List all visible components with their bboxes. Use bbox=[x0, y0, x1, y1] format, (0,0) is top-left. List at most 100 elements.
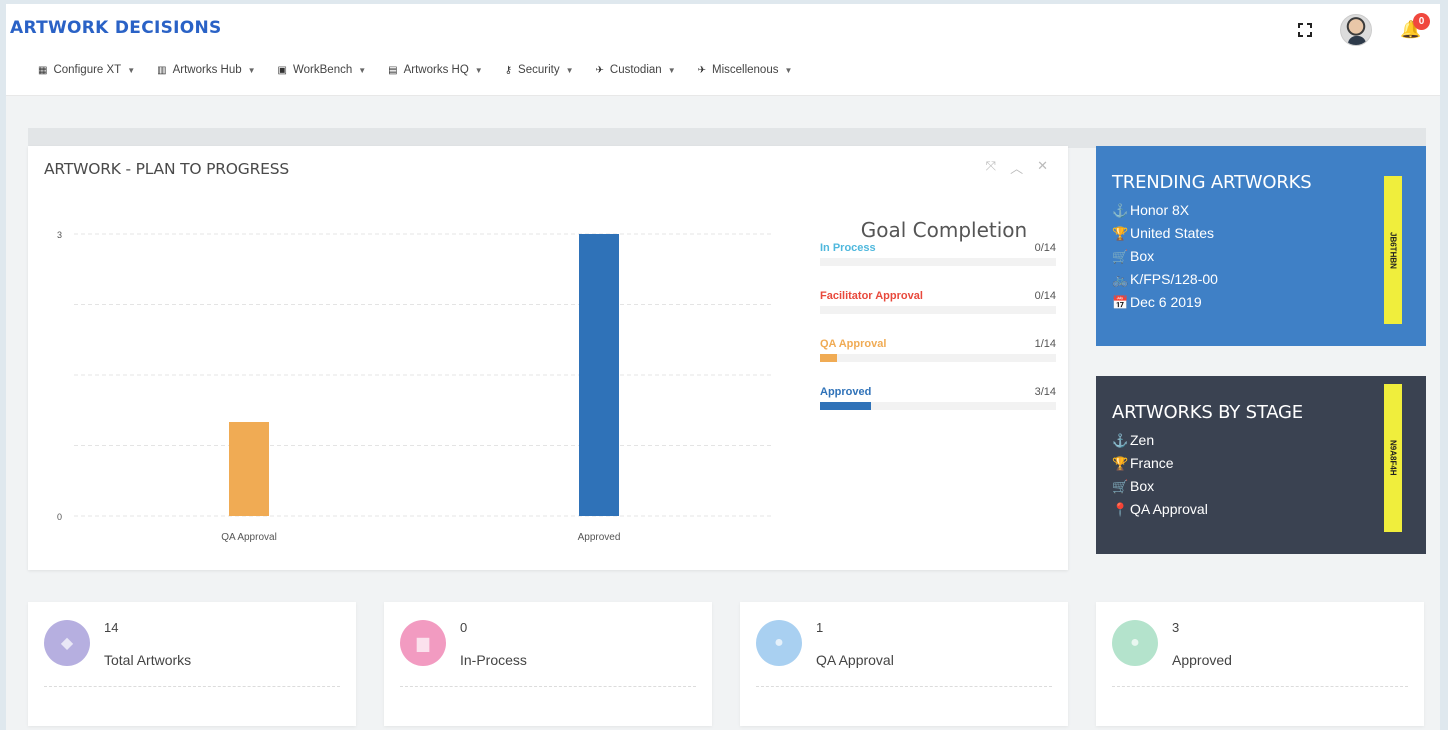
fullscreen-icon[interactable] bbox=[1298, 23, 1312, 37]
stat-value: 0 bbox=[460, 620, 468, 635]
nav-label: WorkBench bbox=[293, 64, 353, 76]
card-row: 📍 QA Approval bbox=[1112, 498, 1410, 521]
row-text: Box bbox=[1130, 478, 1155, 494]
chevron-down-icon: ▼ bbox=[474, 65, 483, 75]
row-text: Box bbox=[1130, 248, 1155, 264]
bars-icon: ▥ bbox=[157, 64, 167, 76]
stat-label: Total Artworks bbox=[104, 652, 192, 668]
expand-icon[interactable]: ⤧ bbox=[986, 158, 996, 177]
goal-label: In Process bbox=[820, 242, 876, 254]
top-header: ARTWORK DECISIONS 🔔 0 ▦ Configure XT ▼ ▥… bbox=[6, 4, 1440, 96]
card-tag: N9A8F4H bbox=[1384, 384, 1402, 532]
bar-chart: 0 3 QA Approval Approved bbox=[57, 230, 774, 543]
divider bbox=[400, 686, 696, 687]
cart-icon: 🛒 bbox=[1112, 249, 1129, 264]
anchor-icon: ⚓ bbox=[1112, 433, 1129, 448]
nav-label: Custodian bbox=[609, 64, 662, 76]
goal-item-in-process: In Process 0/14 bbox=[820, 242, 1056, 290]
chevron-down-icon: ▼ bbox=[667, 65, 676, 75]
goal-progress-bar bbox=[820, 354, 1056, 362]
y-tick-label: 3 bbox=[57, 230, 62, 240]
trophy-icon: 🏆 bbox=[1112, 226, 1129, 241]
nav-security[interactable]: ⚷ Security ▼ bbox=[505, 64, 574, 76]
goal-value: 1/14 bbox=[1034, 338, 1056, 350]
bicycle-icon: 🚲 bbox=[1112, 272, 1129, 287]
goal-item-facilitator-approval: Facilitator Approval 0/14 bbox=[820, 290, 1056, 338]
goal-value: 0/14 bbox=[1034, 242, 1056, 254]
nav-custodian[interactable]: ✈ Custodian ▼ bbox=[596, 64, 676, 76]
trophy-icon: 🏆 bbox=[1112, 456, 1129, 471]
stat-value: 1 bbox=[816, 620, 824, 635]
stat-value: 14 bbox=[104, 620, 119, 635]
collapse-icon[interactable]: ︿ bbox=[1010, 158, 1023, 177]
goal-progress-fill bbox=[820, 354, 837, 362]
divider bbox=[44, 686, 340, 687]
bar bbox=[229, 422, 269, 516]
nav-configure-xt[interactable]: ▦ Configure XT ▼ bbox=[38, 64, 135, 76]
card-title: ARTWORKS BY STAGE bbox=[1112, 402, 1303, 423]
row-text: France bbox=[1130, 455, 1174, 471]
plane-icon: ✈ bbox=[697, 64, 706, 76]
user-icon: ● bbox=[756, 620, 802, 666]
nav-workbench[interactable]: ▣ WorkBench ▼ bbox=[278, 64, 367, 76]
y-tick-label: 0 bbox=[57, 512, 62, 522]
nav-label: Miscellenous bbox=[712, 64, 779, 76]
stat-card-approved[interactable]: ● 3 Approved bbox=[1096, 602, 1424, 726]
goal-item-qa-approval: QA Approval 1/14 bbox=[820, 338, 1056, 386]
goal-completion-title: Goal Completion bbox=[860, 218, 1028, 242]
grid-icon: ▦ bbox=[38, 64, 48, 76]
trending-artworks-card[interactable]: TRENDING ARTWORKS ⚓ Honor 8X 🏆 United Stat… bbox=[1096, 146, 1426, 346]
artworks-by-stage-card[interactable]: ARTWORKS BY STAGE ⚓ Zen 🏆 France 🛒 Box 📍 QA … bbox=[1096, 376, 1426, 554]
row-text: United States bbox=[1130, 225, 1215, 241]
divider bbox=[756, 686, 1052, 687]
nav-artworks-hq[interactable]: ▤ Artworks HQ ▼ bbox=[388, 64, 483, 76]
row-text: Honor 8X bbox=[1130, 202, 1190, 218]
panel-tools: ⤧ ︿ ✕ bbox=[986, 158, 1048, 177]
card-row: 🚲 K/FPS/128-00 bbox=[1112, 268, 1410, 291]
chevron-down-icon: ▼ bbox=[127, 65, 136, 75]
brand-logo[interactable]: ARTWORK DECISIONS bbox=[10, 18, 222, 38]
plane-icon: ✈ bbox=[595, 64, 604, 76]
nav-label: Security bbox=[518, 64, 560, 76]
goal-label: Facilitator Approval bbox=[820, 290, 923, 302]
nav-label: Artworks HQ bbox=[403, 64, 469, 76]
nav-miscellenous[interactable]: ✈ Miscellenous ▼ bbox=[698, 64, 793, 76]
stat-card-in-process[interactable]: ▆ 0 In-Process bbox=[384, 602, 712, 726]
goal-value: 0/14 bbox=[1034, 290, 1056, 302]
book-icon: ▤ bbox=[388, 64, 398, 76]
goal-item-approved: Approved 3/14 bbox=[820, 386, 1056, 434]
goal-completion: Goal Completion In Process 0/14 Facilita… bbox=[820, 218, 1056, 434]
row-text: Dec 6 2019 bbox=[1130, 294, 1202, 310]
goal-progress-bar bbox=[820, 402, 1056, 410]
anchor-icon: ⚓ bbox=[1112, 203, 1129, 218]
nav-label: Configure XT bbox=[53, 64, 122, 76]
cart-icon: 🛒 bbox=[1112, 479, 1129, 494]
stat-label: In-Process bbox=[460, 652, 527, 668]
plan-to-progress-panel: ARTWORK - PLAN TO PROGRESS ⤧ ︿ ✕ 0 3 QA Ap… bbox=[28, 146, 1068, 570]
nav-artworks-hub[interactable]: ▥ Artworks Hub ▼ bbox=[157, 64, 255, 76]
row-text: Zen bbox=[1130, 432, 1155, 448]
card-row: ⚓ Honor 8X bbox=[1112, 199, 1410, 222]
map-marker-icon: 📍 bbox=[1112, 502, 1129, 517]
notification-badge: 0 bbox=[1413, 13, 1430, 30]
bus-icon: ▣ bbox=[277, 64, 287, 76]
goal-label: QA Approval bbox=[820, 338, 887, 350]
stat-card-qa-approval[interactable]: ● 1 QA Approval bbox=[740, 602, 1068, 726]
card-row: 🛒 Box bbox=[1112, 245, 1410, 268]
calendar-icon: 📅 bbox=[1112, 295, 1129, 310]
stat-label: QA Approval bbox=[816, 652, 894, 668]
row-text: K/FPS/128-00 bbox=[1130, 271, 1218, 287]
card-row: 🏆 United States bbox=[1112, 222, 1410, 245]
card-tag: JB6THBN bbox=[1384, 176, 1402, 324]
bar bbox=[579, 234, 619, 516]
chevron-down-icon: ▼ bbox=[358, 65, 367, 75]
user-avatar[interactable] bbox=[1340, 14, 1372, 46]
goal-progress-bar bbox=[820, 306, 1056, 314]
goal-value: 3/14 bbox=[1034, 386, 1056, 398]
close-icon[interactable]: ✕ bbox=[1037, 158, 1048, 177]
notification-bell-icon[interactable]: 🔔 0 bbox=[1400, 13, 1430, 41]
goal-label: Approved bbox=[820, 386, 872, 398]
card-row: 🏆 France bbox=[1112, 452, 1410, 475]
stat-card-total-artworks[interactable]: ◆ 14 Total Artworks bbox=[28, 602, 356, 726]
divider bbox=[1112, 686, 1408, 687]
